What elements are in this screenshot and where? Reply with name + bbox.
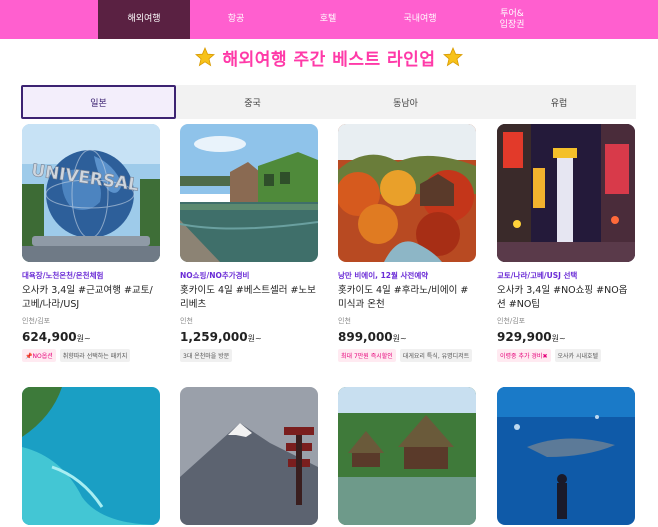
- tab-china[interactable]: 중국: [176, 85, 329, 119]
- badge: 3대 온천마을 방문: [180, 349, 233, 362]
- nav-item-flights[interactable]: 항공: [190, 0, 282, 39]
- section-headline: 해외여행 주간 베스트 라인업: [0, 44, 658, 70]
- nav-item-hotels[interactable]: 호텔: [282, 0, 374, 39]
- badge-row: 3대 온천마을 방문: [180, 349, 318, 362]
- star-icon: [443, 47, 464, 67]
- departure-city: 인천/김포: [497, 317, 526, 325]
- badge-row: 최대 7만원 즉시할인 대게요리 특식, 유명디저트: [338, 349, 476, 362]
- badge-row: 📌NO옵션 취향따라 선택하는 패키지: [22, 349, 160, 362]
- region-tabs: 일본 중국 동남아 유럽: [21, 85, 636, 119]
- product-card[interactable]: 교토/나라/고베/USJ 선택 오사카 3,4일 #NO쇼핑 #NO옵션 #NO…: [497, 124, 635, 362]
- nav-item-domestic[interactable]: 국내여행: [374, 0, 466, 39]
- badge: 📌NO옵션: [22, 349, 56, 362]
- product-name[interactable]: 오사카 3,4일 #근교여행 #교토/고베/나라/USJ: [22, 284, 160, 312]
- departure-city: 인천: [180, 317, 193, 325]
- nav-item-overseas[interactable]: 해외여행: [98, 0, 190, 39]
- product-name[interactable]: 홋카이도 4일 #후라노/비에이 #미식과 온천: [338, 284, 476, 312]
- star-icon: [194, 47, 215, 67]
- top-nav: 해외여행 항공 호텔 국내여행 투어& 입장권: [0, 0, 658, 39]
- product-card[interactable]: NO쇼핑/NO추가경비 홋카이도 4일 #베스트셀러 #노보리베츠 인천 1,2…: [180, 124, 318, 362]
- product-tagline: 대욕장/노천온천/온천체험: [22, 271, 104, 280]
- product-tagline: 낭만 비에이, 12월 사전예약: [338, 271, 429, 280]
- departure-city: 인천: [338, 317, 351, 325]
- page-title: 해외여행 주간 베스트 라인업: [222, 49, 436, 70]
- badge-row: 이령중 추가 경비✖ 오사카 시내호텔: [497, 349, 635, 362]
- tab-europe[interactable]: 유럽: [482, 85, 636, 119]
- tab-japan[interactable]: 일본: [21, 85, 176, 119]
- badge: 오사카 시내호텔: [554, 349, 602, 362]
- x-icon: ✖: [542, 353, 548, 360]
- product-price: 929,900원~: [497, 330, 566, 344]
- tab-southeast-asia[interactable]: 동남아: [329, 85, 482, 119]
- product-tagline: NO쇼핑/NO추가경비: [180, 271, 250, 280]
- product-photo[interactable]: [338, 387, 476, 525]
- nav-item-tours[interactable]: 투어& 입장권: [466, 0, 558, 39]
- product-name[interactable]: 오사카 3,4일 #NO쇼핑 #NO옵션 #NO팁: [497, 284, 635, 312]
- product-price: 624,900원~: [22, 330, 91, 344]
- product-price: 1,259,000원~: [180, 330, 262, 344]
- badge: 취향따라 선택하는 패키지: [59, 349, 131, 362]
- product-photo[interactable]: [338, 124, 476, 262]
- product-name[interactable]: 홋카이도 4일 #베스트셀러 #노보리베츠: [180, 284, 318, 312]
- product-photo[interactable]: [497, 387, 635, 525]
- product-price: 899,000원~: [338, 330, 407, 344]
- product-card[interactable]: 낭만 비에이, 12월 사전예약 홋카이도 4일 #후라노/비에이 #미식과 온…: [338, 124, 476, 362]
- product-tagline: 교토/나라/고베/USJ 선택: [497, 271, 578, 280]
- product-photo[interactable]: UNIVERSAL: [22, 124, 160, 262]
- product-photo[interactable]: [180, 387, 318, 525]
- departure-city: 인천/김포: [22, 317, 51, 325]
- badge: 대게요리 특식, 유명디저트: [399, 349, 473, 362]
- badge: 이령중 추가 경비✖: [497, 349, 551, 362]
- product-photo[interactable]: [497, 124, 635, 262]
- product-card[interactable]: UNIVERSAL 대욕장/노천온천/온천체험 오사카 3,4일 #근교여행 #…: [22, 124, 160, 362]
- product-photo[interactable]: [180, 124, 318, 262]
- badge: 최대 7만원 즉시할인: [338, 349, 396, 362]
- product-photo[interactable]: [22, 387, 160, 525]
